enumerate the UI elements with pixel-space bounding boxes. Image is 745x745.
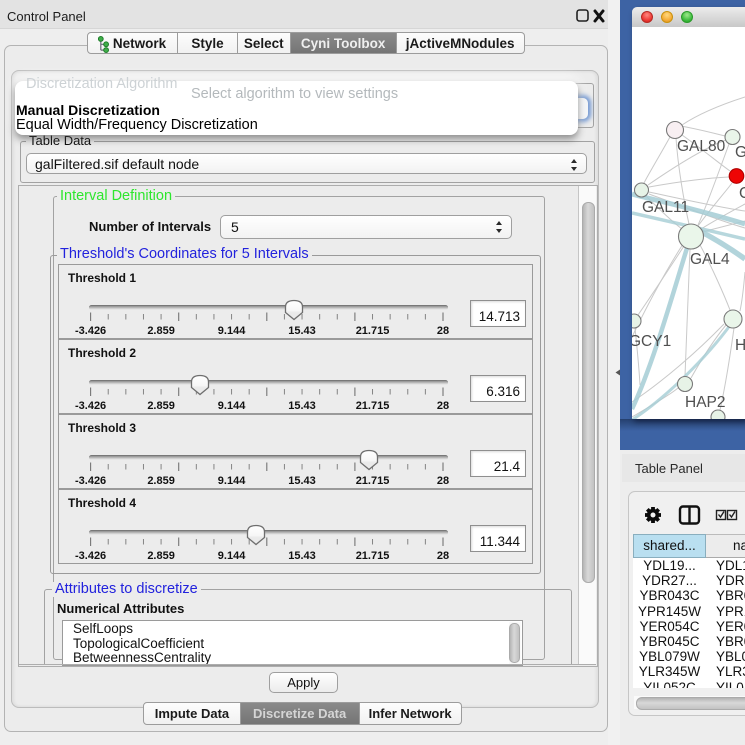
svg-text:C: C xyxy=(739,185,745,202)
svg-text:GCY1: GCY1 xyxy=(632,333,671,350)
svg-text:GAL11: GAL11 xyxy=(642,199,689,216)
svg-text:GAL80: GAL80 xyxy=(677,138,726,155)
svg-text:HAP2: HAP2 xyxy=(685,394,726,411)
svg-text:GA: GA xyxy=(735,144,745,161)
svg-text:H: H xyxy=(735,337,745,354)
svg-text:GAL4: GAL4 xyxy=(690,251,730,268)
